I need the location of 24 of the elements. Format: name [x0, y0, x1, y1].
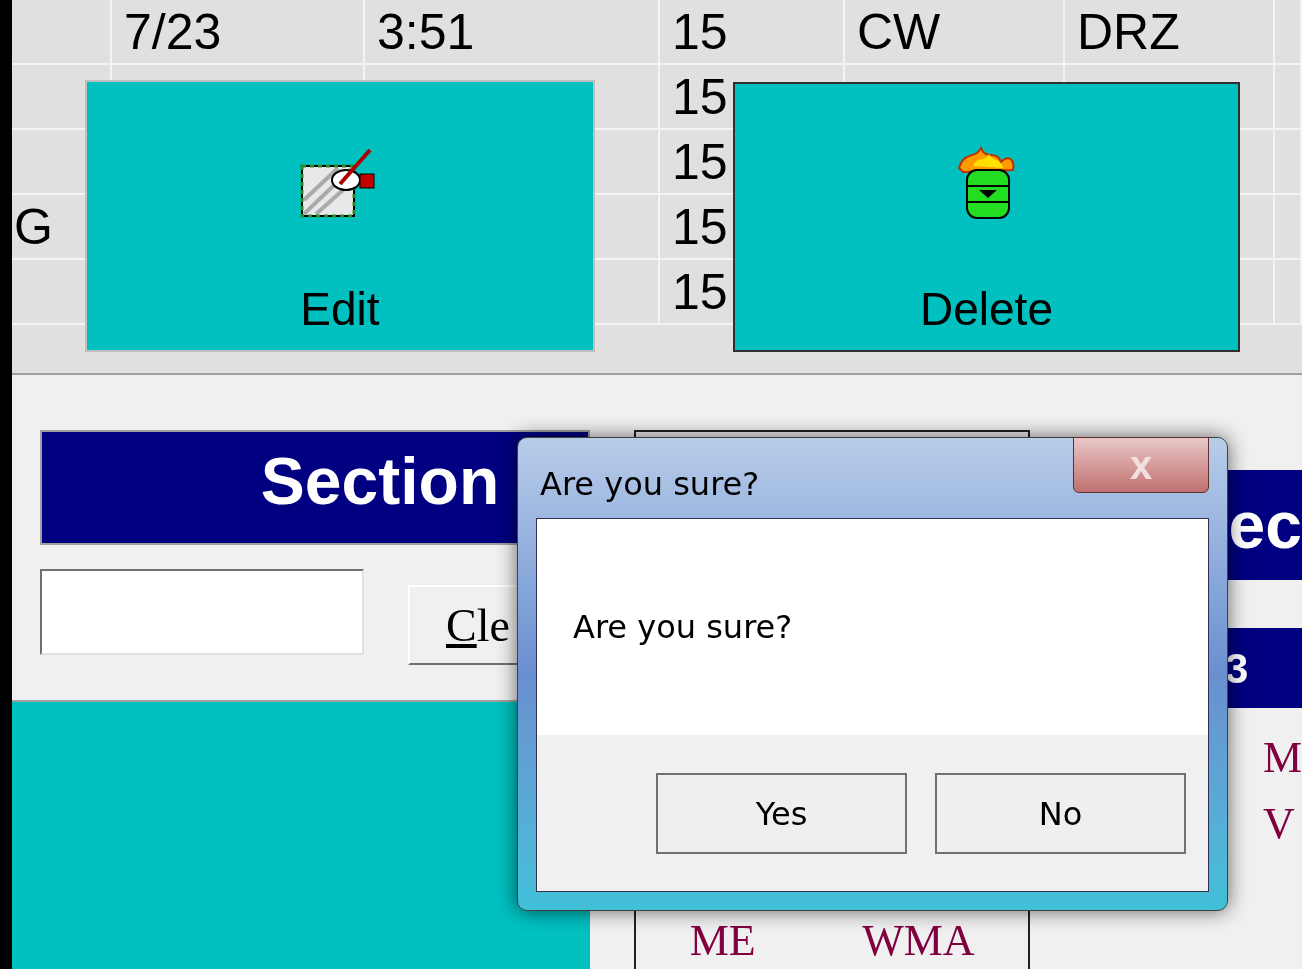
section-input-field[interactable]	[40, 569, 364, 655]
section-code: M	[1262, 736, 1302, 780]
edit-button[interactable]: Edit	[85, 80, 595, 352]
yes-button[interactable]: Yes	[656, 773, 907, 854]
delete-button[interactable]: Delete	[733, 82, 1240, 352]
grid-cell-text: DRZ	[1077, 6, 1180, 57]
grid-cell-text: 15	[672, 6, 728, 57]
right-header-text: ec	[1228, 492, 1302, 558]
grid-cell-text: CW	[857, 6, 941, 57]
grid-cell-text: 7/23	[124, 6, 222, 57]
section-title: Section	[259, 443, 500, 520]
grid-cell-text: 3:51	[377, 6, 475, 57]
section-code: V	[1262, 802, 1296, 846]
grid-cell-text: G	[14, 201, 53, 252]
section-code: ME	[689, 919, 756, 963]
grid-cell-text: 15	[672, 266, 728, 317]
section-code: WMA	[862, 919, 975, 963]
grid-cell-text: 15	[672, 71, 728, 122]
band-number: 3	[1224, 643, 1249, 694]
grid-cell-text: 15	[672, 136, 728, 187]
grid-cell-text: 15	[672, 201, 728, 252]
no-button[interactable]: No	[935, 773, 1186, 854]
dialog-message: Are you sure?	[573, 607, 793, 648]
dialog-title: Are you sure?	[540, 464, 760, 505]
